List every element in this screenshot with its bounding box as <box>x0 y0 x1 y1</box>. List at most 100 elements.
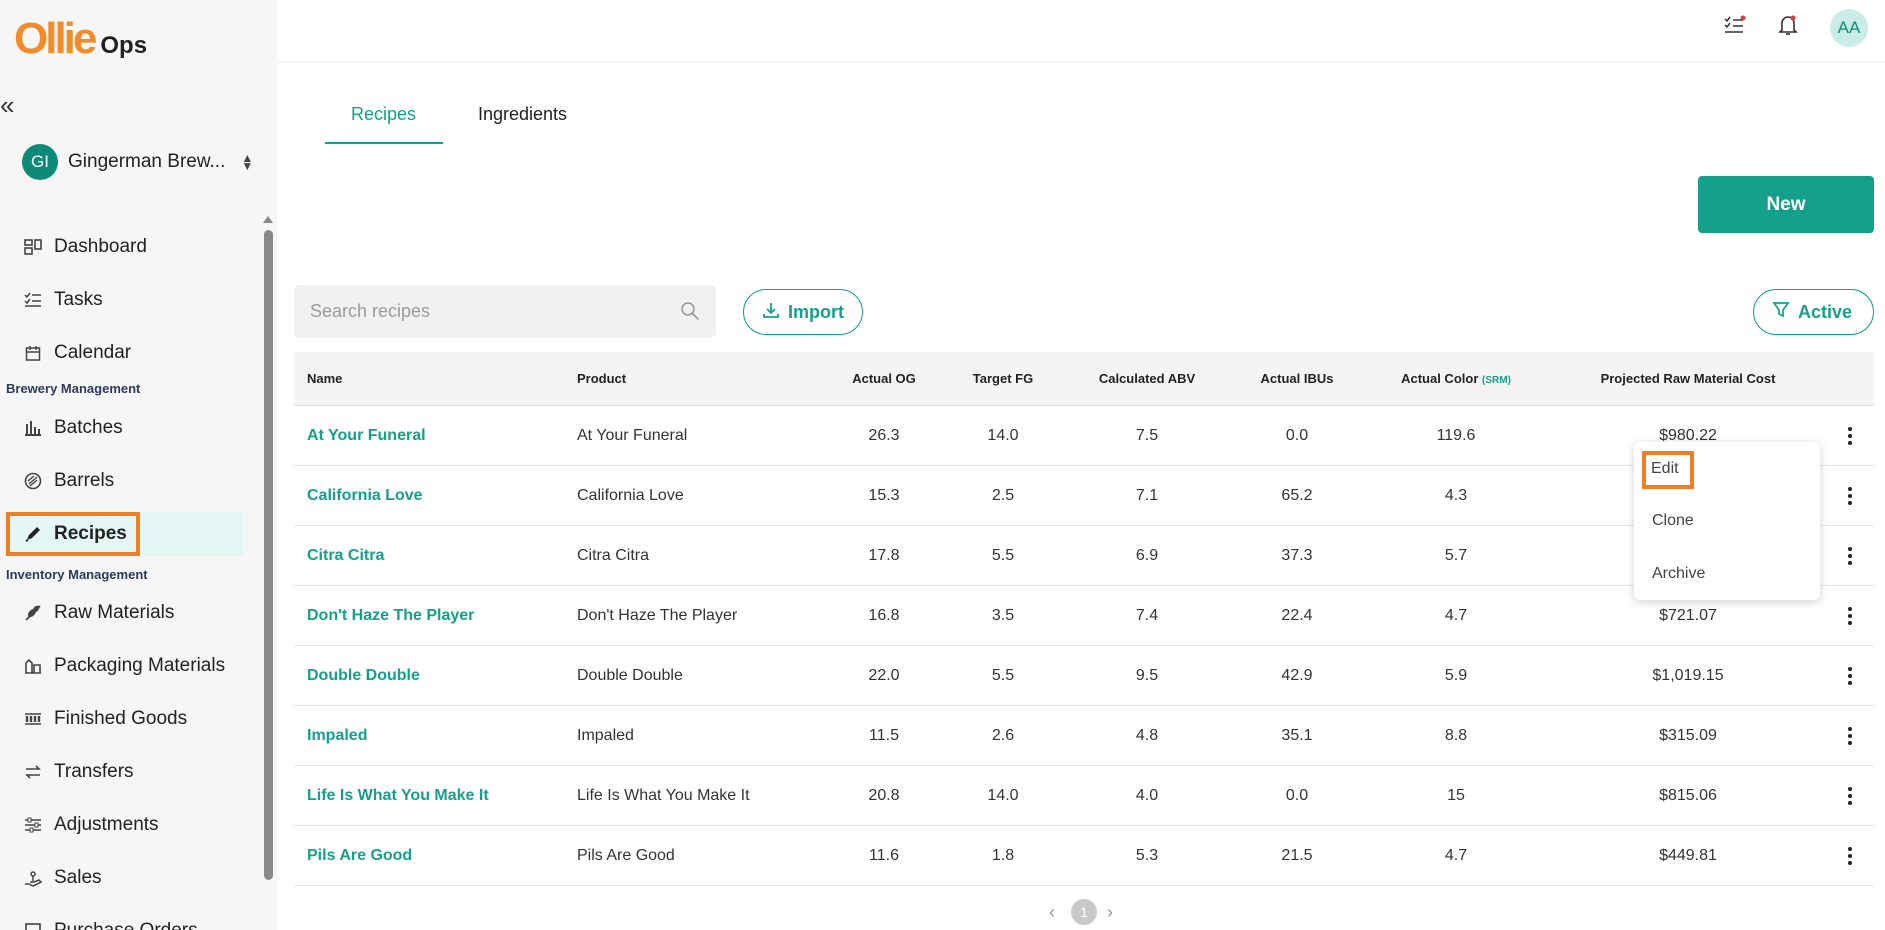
more-options-icon[interactable] <box>1842 724 1858 748</box>
transfers-icon <box>22 761 44 783</box>
product-cell: Impaled <box>577 727 634 744</box>
more-options-icon[interactable] <box>1842 784 1858 808</box>
color-cell: 4.7 <box>1444 847 1468 864</box>
sidebar-item-tasks[interactable]: Tasks <box>22 280 103 320</box>
abv-cell: 6.9 <box>1135 547 1159 564</box>
recipes-table: Name Product Actual OG Target FG Calcula… <box>294 352 1874 886</box>
search-input[interactable] <box>310 285 670 338</box>
section-brewery-management: Brewery Management <box>6 381 141 396</box>
more-options-icon[interactable] <box>1842 544 1858 568</box>
download-icon <box>762 301 780 324</box>
og-cell: 20.8 <box>868 787 900 804</box>
srm-unit-label: (SRM) <box>1482 375 1511 386</box>
column-header-name[interactable]: Name <box>307 352 342 406</box>
column-header-color[interactable]: Actual Color (SRM) <box>1364 352 1548 406</box>
bell-icon[interactable] <box>1773 10 1803 40</box>
sidebar: Ollie Ops « GI Gingerman Brew... ▲ ▼ Dash… <box>0 0 277 930</box>
color-cell: 8.8 <box>1444 727 1468 744</box>
menu-item-archive[interactable]: Archive <box>1652 565 1705 583</box>
ibu-cell: 35.1 <box>1281 727 1313 744</box>
sidebar-item-batches[interactable]: Batches <box>22 408 123 448</box>
more-options-icon[interactable] <box>1842 844 1858 868</box>
og-cell: 11.5 <box>869 727 899 744</box>
recipe-name-link[interactable]: At Your Funeral <box>307 406 426 466</box>
recipe-name-link[interactable]: Impaled <box>307 706 367 766</box>
org-name: Gingerman Brew... <box>68 151 226 172</box>
cost-cell: $315.09 <box>1659 727 1717 744</box>
purchase-orders-icon <box>22 920 44 930</box>
menu-item-clone[interactable]: Clone <box>1652 512 1694 530</box>
fg-cell: 1.8 <box>991 847 1015 864</box>
prev-page-icon[interactable]: ‹ <box>1049 902 1055 923</box>
task-list-icon[interactable] <box>1720 10 1750 40</box>
filter-active-button[interactable]: Active <box>1753 289 1874 335</box>
barrels-icon <box>22 470 44 492</box>
sales-icon <box>22 867 44 889</box>
avatar[interactable]: AA <box>1830 9 1868 47</box>
logo-main: Ollie <box>14 14 97 63</box>
color-cell: 15 <box>1447 787 1465 804</box>
org-switcher[interactable]: GI Gingerman Brew... ▲ ▼ <box>22 144 253 180</box>
calendar-icon <box>22 342 44 364</box>
finished-goods-icon <box>22 708 44 730</box>
sidebar-item-label: Raw Materials <box>54 602 175 623</box>
more-options-icon[interactable] <box>1842 424 1858 448</box>
org-avatar: GI <box>22 144 58 180</box>
abv-cell: 4.8 <box>1135 727 1159 744</box>
sidebar-item-transfers[interactable]: Transfers <box>22 752 134 792</box>
cost-cell: $449.81 <box>1659 847 1717 864</box>
column-header-product[interactable]: Product <box>577 352 626 406</box>
scroll-up-icon[interactable] <box>263 216 273 223</box>
sidebar-item-calendar[interactable]: Calendar <box>22 333 131 373</box>
sidebar-item-adjustments[interactable]: Adjustments <box>22 805 159 845</box>
next-page-icon[interactable]: › <box>1107 902 1113 923</box>
sidebar-item-label: Barrels <box>54 470 115 491</box>
more-options-icon[interactable] <box>1842 604 1858 628</box>
recipe-name-link[interactable]: California Love <box>307 466 423 526</box>
recipe-name-link[interactable]: Citra Citra <box>307 526 384 586</box>
column-header-og[interactable]: Actual OG <box>824 352 944 406</box>
sidebar-item-dashboard[interactable]: Dashboard <box>22 227 147 267</box>
ibu-cell: 65.2 <box>1281 487 1313 504</box>
tab-recipes[interactable]: Recipes <box>351 104 416 125</box>
active-tab-underline <box>325 142 443 144</box>
sidebar-scrollbar[interactable] <box>264 230 273 880</box>
sidebar-item-barrels[interactable]: Barrels <box>22 461 114 501</box>
adjustments-icon <box>22 814 44 836</box>
column-header-ibu[interactable]: Actual IBUs <box>1230 352 1364 406</box>
search-box <box>294 285 716 338</box>
sidebar-item-sales[interactable]: Sales <box>22 858 102 898</box>
collapse-sidebar-icon[interactable]: « <box>0 92 20 118</box>
sidebar-item-packaging-materials[interactable]: Packaging Materials <box>22 646 225 686</box>
more-options-icon[interactable] <box>1842 484 1858 508</box>
new-button[interactable]: New <box>1698 176 1874 233</box>
ibu-cell: 0.0 <box>1285 427 1309 444</box>
recipe-name-link[interactable]: Pils Are Good <box>307 826 412 886</box>
sidebar-item-raw-materials[interactable]: Raw Materials <box>22 593 174 633</box>
table-row: Double Double Double Double 22.0 5.5 9.5 42.9… <box>294 646 1874 706</box>
more-options-icon[interactable] <box>1842 664 1858 688</box>
tab-ingredients[interactable]: Ingredients <box>478 104 567 125</box>
column-header-cost[interactable]: Projected Raw Material Cost <box>1548 352 1828 406</box>
sidebar-item-label: Finished Goods <box>54 708 188 729</box>
column-header-fg[interactable]: Target FG <box>944 352 1062 406</box>
page-number-current[interactable]: 1 <box>1071 899 1097 925</box>
fg-cell: 14.0 <box>987 427 1019 444</box>
ibu-cell: 0.0 <box>1285 787 1309 804</box>
sidebar-item-label: Transfers <box>54 761 134 782</box>
recipe-name-link[interactable]: Don't Haze The Player <box>307 586 474 646</box>
search-icon[interactable] <box>680 301 700 326</box>
product-cell: California Love <box>577 487 684 504</box>
import-button[interactable]: Import <box>743 289 863 335</box>
filter-label: Active <box>1798 301 1853 322</box>
cost-cell: $815.06 <box>1659 787 1717 804</box>
sidebar-item-finished-goods[interactable]: Finished Goods <box>22 699 187 739</box>
packaging-icon <box>22 655 44 677</box>
recipe-name-link[interactable]: Double Double <box>307 646 420 706</box>
top-header: AA <box>277 0 1885 62</box>
sidebar-item-purchase-orders[interactable]: Purchase Orders <box>22 911 198 930</box>
column-header-abv[interactable]: Calculated ABV <box>1064 352 1230 406</box>
color-cell: 4.3 <box>1444 487 1468 504</box>
recipe-name-link[interactable]: Life Is What You Make It <box>307 766 489 826</box>
sidebar-item-label: Adjustments <box>54 814 159 835</box>
